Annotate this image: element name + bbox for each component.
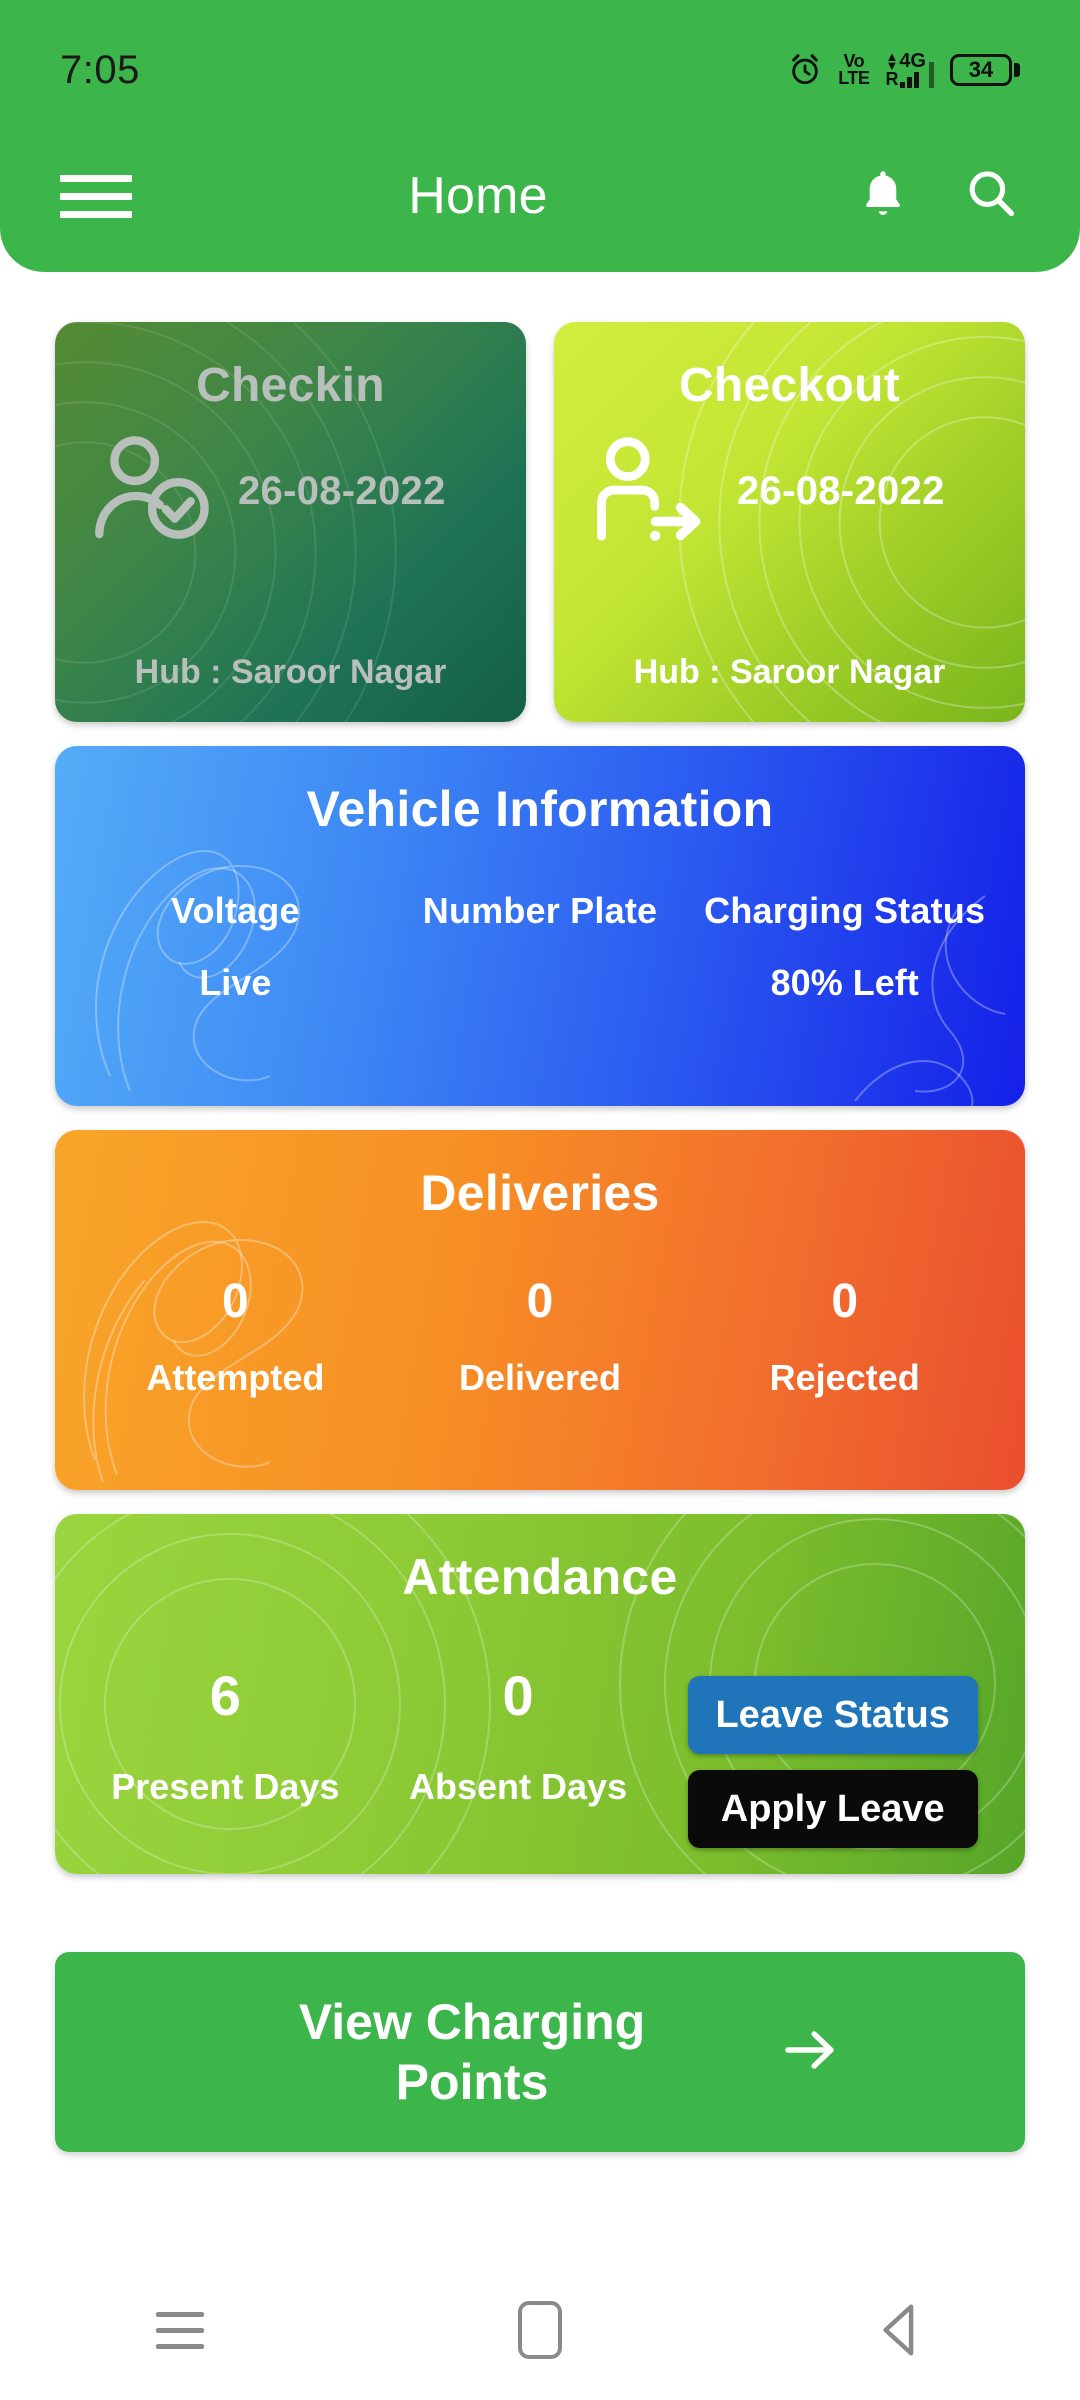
view-charging-points-label: View Charging Points [298,1994,646,2110]
search-icon[interactable] [962,165,1020,228]
page-title: Home [408,167,548,225]
battery-cap [1014,63,1020,77]
vehicle-voltage-header: Voltage [170,890,300,931]
deliveries-attempted-count: 0 [221,1275,249,1328]
vehicle-charging-status-header: Charging Status [704,890,986,931]
checkout-hub: Hub : Saroor Nagar [633,653,946,691]
roaming-indicator: R [885,68,899,89]
signal-bars-icon [900,72,920,89]
deliveries-delivered-label: Delivered [458,1357,622,1398]
home-square-icon[interactable] [480,2285,600,2375]
vehicle-voltage-value: Live [199,962,272,1003]
leave-status-button[interactable]: Leave Status [687,1676,978,1754]
attendance-present-label: Present Days [111,1766,340,1807]
attendance-stat-absent: 0 Absent Days [372,1668,665,1808]
volte-line2: LTE [838,68,870,88]
alarm-clock-icon [788,53,822,87]
person-check-icon [93,431,228,551]
vehicle-stat-number-plate: Number Plate [388,890,693,1006]
vehicle-stat-voltage: Voltage Live [83,890,388,1006]
back-triangle-icon[interactable] [840,2285,960,2375]
person-exit-arrow-icon [592,431,727,551]
deliveries-delivered-count: 0 [526,1275,554,1328]
recents-icon[interactable] [120,2285,240,2375]
battery-icon: 34 [950,54,1020,86]
attendance-absent-label: Absent Days [409,1766,628,1807]
deliveries-rejected-count: 0 [831,1275,859,1328]
volte-icon: Vo LTE [838,52,870,88]
network-signal-icon: ▲ ▼ 4G R [885,49,934,89]
bell-icon[interactable] [854,165,912,228]
attendance-card-title: Attendance [402,1549,678,1605]
attendance-present-count: 6 [209,1664,241,1727]
deliveries-rejected-label: Rejected [769,1357,920,1398]
attendance-absent-count: 0 [502,1664,534,1727]
checkout-title: Checkout [678,359,901,412]
delivery-stat-attempted: 0 Attempted [83,1274,388,1399]
checkin-hub: Hub : Saroor Nagar [134,653,447,691]
delivery-stat-rejected: 0 Rejected [692,1274,997,1399]
status-bar: 7:05 Vo LTE ▲ ▼ 4G R 34 [0,0,1080,140]
checkin-card[interactable]: Checkin 26-08-2022 Hub : Saroor Nagar [55,322,526,722]
apply-leave-button[interactable]: Apply Leave [687,1770,978,1848]
vehicle-information-card[interactable]: Vehicle Information Voltage Live Number … [55,746,1025,1106]
attendance-stat-present: 6 Present Days [79,1668,372,1808]
vehicle-number-plate-value [388,962,693,1006]
vehicle-number-plate-header: Number Plate [422,890,658,931]
deliveries-card-title: Deliveries [420,1165,660,1221]
arrow-right-icon [777,2017,843,2088]
vehicle-card-title: Vehicle Information [306,781,774,837]
data-updown-icon: ▲ ▼ [885,49,899,74]
checkin-date: 26-08-2022 [238,468,446,513]
view-charging-points-button[interactable]: View Charging Points [55,1952,1025,2152]
signal-bar-secondary-icon [929,62,934,89]
status-icons: Vo LTE ▲ ▼ 4G R 34 [788,49,1020,89]
delivery-stat-delivered: 0 Delivered [388,1274,693,1399]
checkout-date: 26-08-2022 [737,468,945,513]
deliveries-attempted-label: Attempted [146,1357,325,1398]
network-type: 4G [899,49,926,72]
android-nav-bar [0,2260,1080,2400]
checkout-card[interactable]: Checkout 26-08-2022 Hub : Saroor Nagar [554,322,1025,722]
deliveries-card[interactable]: Deliveries 0 Attempted 0 Delivered 0 Rej… [55,1130,1025,1490]
vehicle-charging-status-value: 80% Left [770,962,919,1003]
status-time: 7:05 [60,47,140,92]
checkin-title: Checkin [196,359,385,412]
attendance-card[interactable]: Attendance 6 Present Days 0 Absent Days … [55,1514,1025,1874]
vehicle-stat-charging-status: Charging Status 80% Left [692,890,997,1006]
battery-level: 34 [950,54,1012,86]
